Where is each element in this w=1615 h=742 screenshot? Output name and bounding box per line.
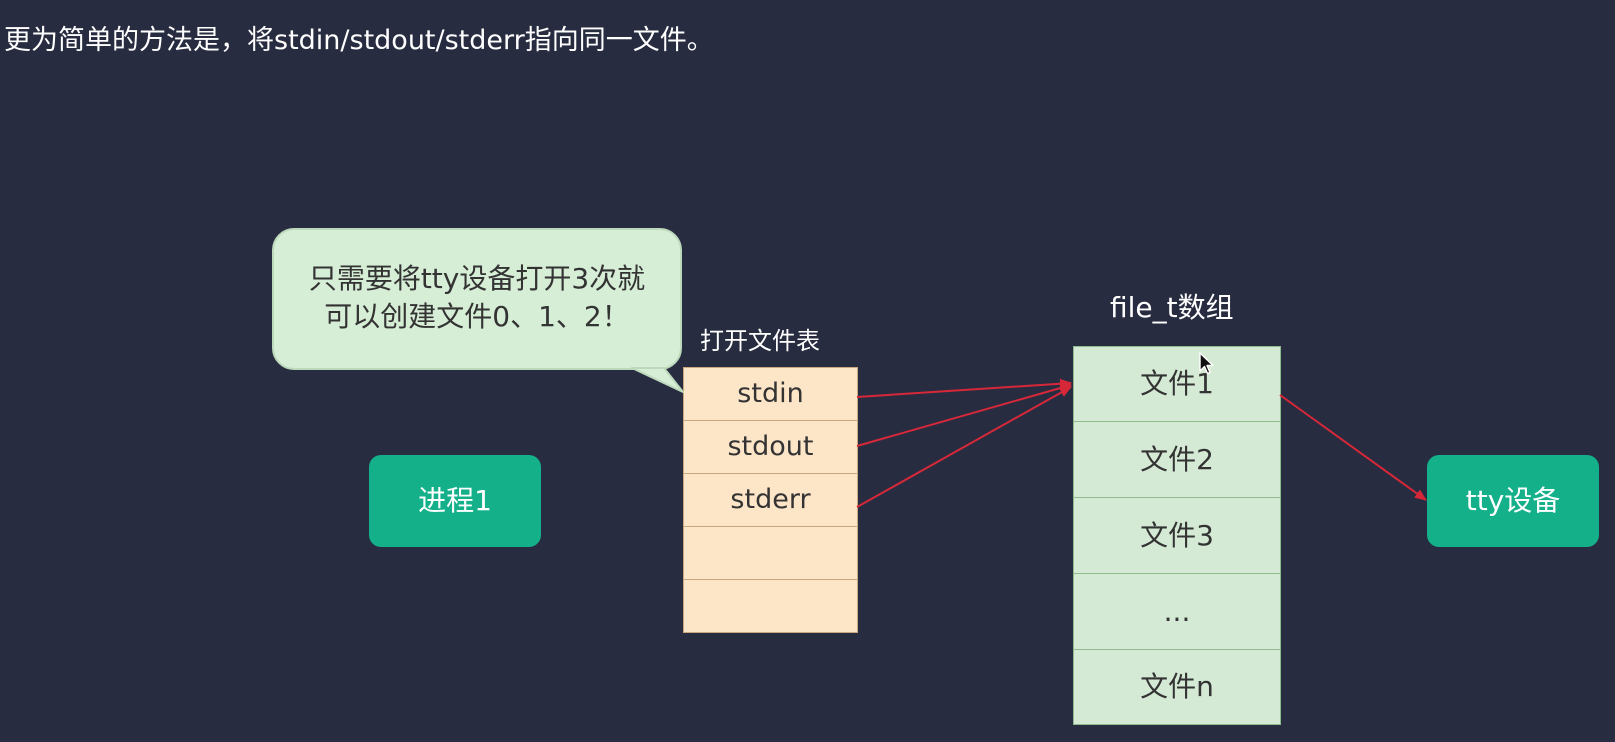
bubble-line-2: 可以创建文件0、1、2！ (324, 300, 630, 333)
mouse-cursor-icon (1199, 352, 1214, 375)
arrow-stdout-to-file1 (856, 383, 1072, 447)
file-array: 文件1 文件2 文件3 ... 文件n (1073, 346, 1281, 725)
fd-row-empty (684, 580, 857, 632)
process-node: 进程1 (369, 455, 541, 547)
file-array-row-ellipsis: ... (1074, 574, 1280, 650)
page-heading: 更为简单的方法是，将stdin/stdout/stderr指向同一文件。 (4, 25, 714, 56)
fd-row-empty (684, 527, 857, 580)
fd-row-stdout: stdout (684, 421, 857, 474)
fd-row-stderr: stderr (684, 474, 857, 527)
arrow-stdin-to-file1 (856, 378, 1072, 398)
file-array-row-2: 文件2 (1074, 422, 1280, 498)
open-file-table: stdin stdout stderr (683, 367, 858, 633)
file-array-row-3: 文件3 (1074, 498, 1280, 574)
tty-device-node: tty设备 (1427, 455, 1599, 547)
open-file-table-title: 打开文件表 (700, 327, 820, 355)
fd-row-stdin: stdin (684, 368, 857, 421)
arrow-file1-to-tty (1279, 394, 1427, 501)
file-array-row-n: 文件n (1074, 650, 1280, 724)
file-array-row-1: 文件1 (1074, 347, 1280, 422)
file-array-title: file_t数组 (1110, 291, 1234, 324)
bubble-tail (631, 367, 684, 393)
arrow-stderr-to-file1 (856, 386, 1072, 508)
bubble-line-1: 只需要将tty设备打开3次就 (308, 262, 646, 295)
speech-bubble: 只需要将tty设备打开3次就 可以创建文件0、1、2！ (272, 228, 682, 370)
